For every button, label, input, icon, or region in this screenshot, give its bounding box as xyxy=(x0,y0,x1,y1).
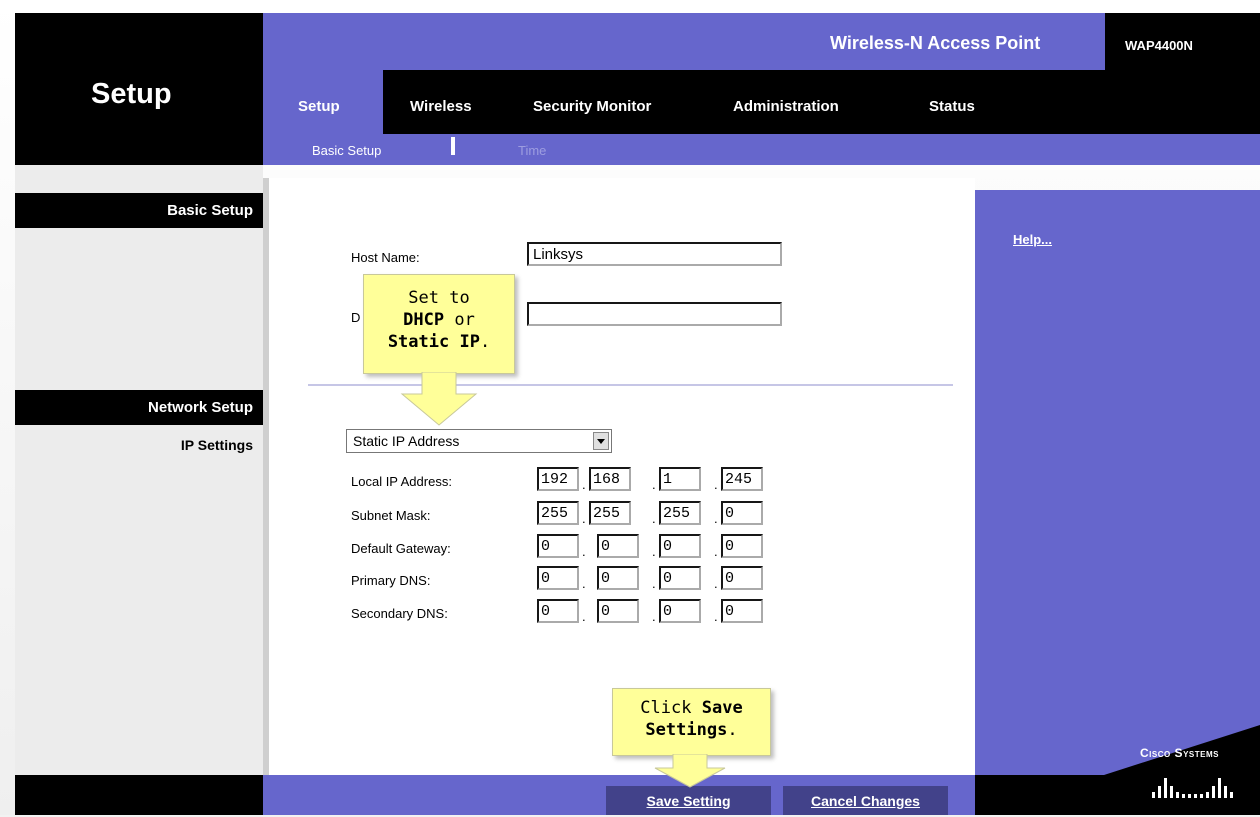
local-ip-octet-3[interactable] xyxy=(659,467,701,491)
callout-text: . xyxy=(479,332,491,352)
tab-status[interactable]: Status xyxy=(929,98,975,115)
local-ip-octet-1[interactable] xyxy=(537,467,579,491)
secondary-dns-octet-2[interactable] xyxy=(597,599,639,623)
secondary-dns-octet-4[interactable] xyxy=(721,599,763,623)
secondary-dns-octet-3[interactable] xyxy=(659,599,701,623)
octet-separator: . xyxy=(652,511,656,526)
help-link[interactable]: Help... xyxy=(1013,232,1052,247)
primary-dns-octet-1[interactable] xyxy=(537,566,579,590)
local-ip-octet-4[interactable] xyxy=(721,467,763,491)
callout-line: Static IP. xyxy=(364,331,514,353)
domain-name-input[interactable] xyxy=(527,302,782,326)
octet-separator: . xyxy=(714,576,718,591)
subnet-mask-label: Subnet Mask: xyxy=(351,508,431,523)
dhcp-static-callout: Set to DHCP or Static IP. xyxy=(363,274,515,374)
octet-separator: . xyxy=(714,609,718,624)
header-section-panel: Setup xyxy=(15,13,263,165)
default-gateway-octet-1[interactable] xyxy=(537,534,579,558)
primary-dns-octet-4[interactable] xyxy=(721,566,763,590)
callout-text: Set to xyxy=(408,288,470,308)
ip-mode-selected-value: Static IP Address xyxy=(353,433,460,449)
host-name-label: Host Name: xyxy=(351,250,420,265)
callout-text: or xyxy=(454,310,475,330)
octet-separator: . xyxy=(582,544,586,559)
left-nav-column xyxy=(15,165,263,775)
subnet-mask-octet-3[interactable] xyxy=(659,501,701,525)
callout-bold-text: Static IP xyxy=(387,332,480,352)
page-title: Setup xyxy=(91,78,172,110)
host-name-input[interactable] xyxy=(527,242,782,266)
domain-name-label: D xyxy=(351,310,361,325)
octet-separator: . xyxy=(652,477,656,492)
subnet-mask-octet-4[interactable] xyxy=(721,501,763,525)
model-name: WAP4400N xyxy=(1125,38,1193,53)
octet-separator: . xyxy=(714,511,718,526)
nav-basic-setup: Basic Setup xyxy=(15,193,263,228)
product-name: Wireless-N Access Point xyxy=(830,33,1041,53)
local-ip-octet-2[interactable] xyxy=(589,467,631,491)
octet-separator: . xyxy=(582,609,586,624)
callout-bold-text: Save xyxy=(701,698,743,718)
subnet-mask-octet-1[interactable] xyxy=(537,501,579,525)
local-ip-label: Local IP Address: xyxy=(351,474,452,489)
callout-line: DHCP or xyxy=(364,309,514,331)
primary-dns-octet-2[interactable] xyxy=(597,566,639,590)
callout-bold-text: DHCP xyxy=(403,310,445,330)
save-settings-callout: Click Save Settings. xyxy=(612,688,771,756)
nav-ip-settings: IP Settings xyxy=(180,437,253,453)
subtab-basic-setup[interactable]: Basic Setup xyxy=(312,143,381,158)
callout-line: Settings. xyxy=(613,719,770,741)
callout-line: Click Save xyxy=(613,689,770,719)
octet-separator: . xyxy=(582,511,586,526)
default-gateway-label: Default Gateway: xyxy=(351,541,451,556)
secondary-dns-octet-1[interactable] xyxy=(537,599,579,623)
chevron-down-icon[interactable] xyxy=(593,432,609,450)
cancel-changes-button[interactable]: Cancel Changes xyxy=(783,786,948,815)
tab-administration[interactable]: Administration xyxy=(733,98,839,115)
cisco-logo-icon xyxy=(1152,778,1233,798)
ip-mode-select[interactable]: Static IP Address xyxy=(346,429,612,453)
callout-text: . xyxy=(727,720,738,740)
default-gateway-octet-3[interactable] xyxy=(659,534,701,558)
cisco-logo-text: Cisco Systems xyxy=(1140,746,1219,760)
sub-tab-bar xyxy=(263,134,1260,165)
secondary-dns-label: Secondary DNS: xyxy=(351,606,448,621)
default-gateway-octet-4[interactable] xyxy=(721,534,763,558)
default-gateway-octet-2[interactable] xyxy=(597,534,639,558)
octet-separator: . xyxy=(652,609,656,624)
octet-separator: . xyxy=(582,477,586,492)
primary-dns-octet-3[interactable] xyxy=(659,566,701,590)
footer-left xyxy=(15,775,263,815)
octet-separator: . xyxy=(714,544,718,559)
callout-bold-text: Settings xyxy=(645,720,728,740)
callout-arrow-icon xyxy=(654,754,726,788)
primary-dns-label: Primary DNS: xyxy=(351,573,431,588)
help-panel xyxy=(975,190,1260,775)
octet-separator: . xyxy=(582,576,586,591)
model-badge: WAP4400N xyxy=(1105,13,1260,70)
octet-separator: . xyxy=(652,576,656,591)
tab-security-monitor[interactable]: Security Monitor xyxy=(533,98,651,115)
save-settings-button[interactable]: Save Setting xyxy=(606,786,771,815)
tab-setup[interactable]: Setup xyxy=(298,98,340,115)
callout-arrow-icon xyxy=(400,372,478,426)
callout-line: Set to xyxy=(364,275,514,309)
nav-network-setup: Network Setup xyxy=(15,390,263,425)
callout-text: Click xyxy=(640,698,692,718)
subtab-time[interactable]: Time xyxy=(518,143,546,158)
octet-separator: . xyxy=(652,544,656,559)
subnet-mask-octet-2[interactable] xyxy=(589,501,631,525)
tab-wireless[interactable]: Wireless xyxy=(410,98,472,115)
octet-separator: . xyxy=(714,477,718,492)
subtab-separator xyxy=(451,137,455,155)
